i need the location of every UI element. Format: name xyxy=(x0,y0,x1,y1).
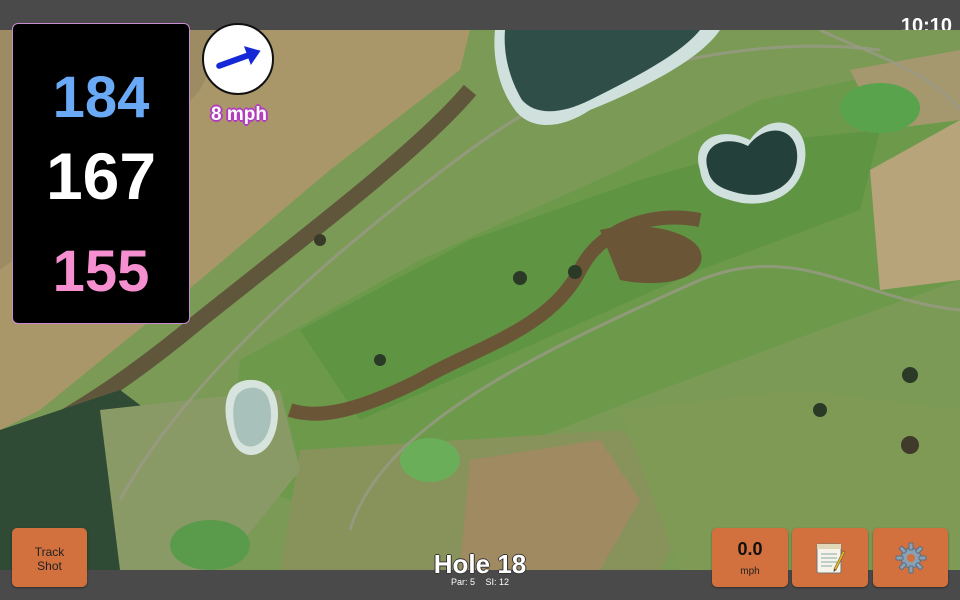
back-distance: 184 xyxy=(52,65,150,130)
arrow-right-icon xyxy=(216,46,261,69)
wind-speed-button[interactable]: 0.0 mph xyxy=(712,528,788,587)
hole-info: Par: 5 SI: 12 xyxy=(380,577,580,587)
hole-title: Hole 18 xyxy=(433,549,527,579)
middle-distance: 167 xyxy=(45,139,157,213)
wind-direction-indicator xyxy=(202,23,274,95)
track-shot-line1: Track xyxy=(34,545,65,559)
hole-par: Par: 5 xyxy=(450,577,475,587)
front-distance: 155 xyxy=(52,239,150,304)
yardage-panel: 184 167 155 xyxy=(12,23,190,324)
wind-speed-unit: mph xyxy=(740,566,760,577)
hole-stroke-index: SI: 12 xyxy=(485,577,510,587)
gear-icon xyxy=(895,542,926,573)
scorecard-button[interactable] xyxy=(792,528,868,587)
settings-button[interactable] xyxy=(873,528,948,587)
notepad-icon xyxy=(816,543,846,573)
wind-speed-label: 8 mph xyxy=(211,104,267,125)
track-shot-button[interactable]: Track Shot xyxy=(12,528,87,587)
wind-speed-value: 0.0 xyxy=(737,539,763,559)
track-shot-line2: Shot xyxy=(37,559,62,573)
